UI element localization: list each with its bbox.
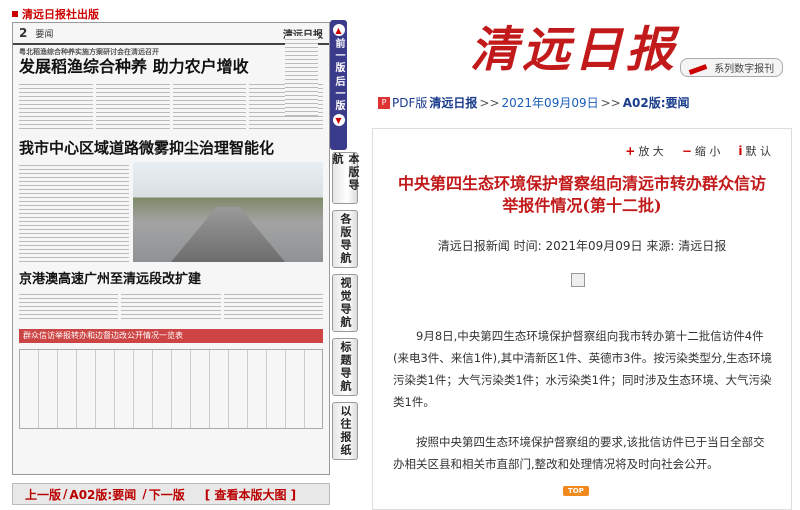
- pdf-icon[interactable]: P: [378, 96, 390, 109]
- table-banner[interactable]: 群众信访举报转办和边督边改公开情况一览表: [19, 329, 323, 343]
- nav-titles[interactable]: 标题导航: [332, 338, 358, 396]
- default-size-button[interactable]: i默 认: [738, 143, 771, 159]
- font-size-controls: + 放 大 − 缩 小 i默 认: [625, 143, 771, 159]
- nav-all-pages[interactable]: 各版导航: [332, 210, 358, 268]
- page-section: 要闻: [35, 29, 54, 40]
- pen-icon: [688, 63, 708, 75]
- back-to-top-button[interactable]: TOP: [563, 486, 589, 496]
- logo-tag: 系列数字报刊: [680, 58, 784, 77]
- paragraph: 按照中央第四生态环境保护督察组的要求,该批信访件已于当日全部交办相关区县和相关市…: [393, 435, 765, 471]
- nav-visual[interactable]: 视觉导航: [332, 274, 358, 332]
- side-column: [285, 36, 318, 116]
- page-link[interactable]: A02版:要闻: [623, 94, 690, 111]
- text-columns: [13, 287, 329, 325]
- current-page-label: A02版:要闻: [69, 487, 137, 502]
- nav-past-issues[interactable]: 以往报纸: [332, 402, 358, 460]
- article-panel: + 放 大 − 缩 小 i默 认 中央第四生态环境保护督察组向清远市转办群众信访举报…: [372, 128, 792, 510]
- table-image: [19, 349, 323, 429]
- page-number: 2: [19, 26, 28, 40]
- shrink-button[interactable]: − 缩 小: [682, 143, 721, 159]
- page-flip-strip[interactable]: ▲ 前一版 后一版 ▼: [330, 20, 347, 150]
- plus-icon: +: [625, 144, 636, 158]
- minus-icon: −: [681, 144, 692, 158]
- paragraph: 9月8日,中央第四生态环境保护督察组向我市转办第十二批信访件4件(来电3件、来信…: [393, 329, 773, 409]
- breadcrumb: P PDF版 清远日报 >> 2021年09月09日 >> A02版:要闻: [378, 94, 690, 111]
- newspaper-page-image[interactable]: 2 要闻 清远日报 粤北稻渔综合种养实施方案研讨会在清远召开 发展稻渔综合种养 …: [12, 22, 330, 475]
- publisher-label: 清远日报社出版: [12, 6, 99, 22]
- road-photo: [133, 162, 323, 262]
- next-page-link[interactable]: 后一版: [331, 76, 346, 112]
- nav-this-page[interactable]: 本版导航: [331, 152, 360, 204]
- article-body: 9月8日,中央第四生态环境保护督察组向我市转办第十二批信访件4件(来电3件、来信…: [393, 325, 773, 493]
- headline-3[interactable]: 京港澳高速广州至清远段改扩建: [13, 262, 329, 287]
- view-large-image-button[interactable]: [ 查看本版大图 ]: [205, 486, 296, 503]
- reset-icon: i: [738, 144, 743, 158]
- article-title: 中央第四生态环境保护督察组向清远市转办群众信访举报件情况(第十二批): [397, 174, 766, 215]
- page-header: 2 要闻 清远日报: [13, 23, 329, 45]
- photo-block: [13, 162, 329, 262]
- bullet-icon: [12, 11, 18, 17]
- date-link[interactable]: 2021年09月09日: [502, 94, 599, 111]
- headline-2[interactable]: 我市中心区域道路微雾抑尘治理智能化: [13, 133, 329, 162]
- text-columns: [13, 77, 329, 133]
- up-arrow-icon[interactable]: ▲: [332, 24, 345, 36]
- paper-link[interactable]: 清远日报: [429, 94, 477, 111]
- enlarge-button[interactable]: + 放 大: [625, 143, 664, 159]
- prev-page-button[interactable]: 上一版: [25, 486, 61, 503]
- headline-1[interactable]: 发展稻渔综合种养 助力农户增收: [13, 57, 329, 77]
- next-page-button[interactable]: 下一版: [149, 486, 185, 503]
- pdf-link[interactable]: PDF版: [392, 94, 427, 111]
- text-column: [19, 162, 129, 262]
- prev-page-link[interactable]: 前一版: [331, 38, 346, 74]
- down-arrow-icon[interactable]: ▼: [332, 114, 345, 126]
- subhead: 粤北稻渔综合种养实施方案研讨会在清远召开: [19, 47, 159, 56]
- broken-image-icon: [571, 273, 585, 287]
- site-logo: 清远日报: [470, 22, 679, 78]
- article-meta: 清远日报新闻 时间: 2021年09月09日 来源: 清远日报: [437, 239, 727, 253]
- bottom-nav: 上一版 / A02版:要闻 / 下一版 [ 查看本版大图 ]: [12, 483, 330, 505]
